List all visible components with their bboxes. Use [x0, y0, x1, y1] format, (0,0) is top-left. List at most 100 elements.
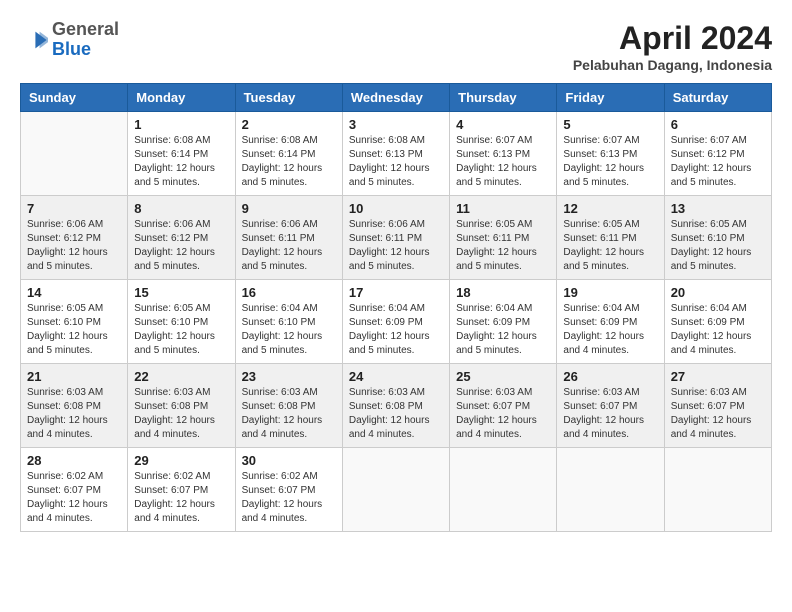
day-number: 19 [563, 285, 657, 300]
day-info: Sunrise: 6:03 AM Sunset: 6:07 PM Dayligh… [671, 386, 765, 442]
day-number: 24 [349, 369, 443, 384]
day-info: Sunrise: 6:03 AM Sunset: 6:08 PM Dayligh… [242, 386, 336, 442]
calendar-cell: 18 Sunrise: 6:04 AM Sunset: 6:09 PM Dayli… [450, 280, 557, 364]
calendar-cell: 17Sunrise: 6:04 AM Sunset: 6:09 PM Dayli… [342, 280, 449, 364]
day-number: 12 [563, 201, 657, 216]
day-info: Sunrise: 6:04 AM Sunset: 6:09 PM Dayligh… [671, 302, 765, 358]
weekday-header: Sunday [21, 84, 128, 112]
day-info: Sunrise: 6:03 AM Sunset: 6:08 PM Dayligh… [349, 386, 443, 442]
calendar-cell: 19 Sunrise: 6:04 AM Sunset: 6:09 PM Dayli… [557, 280, 664, 364]
calendar-cell: 11 Sunrise: 6:05 AM Sunset: 6:11 PM Dayli… [450, 196, 557, 280]
day-number: 3 [349, 117, 443, 132]
weekday-header: Thursday [450, 84, 557, 112]
logo-blue: Blue [52, 39, 91, 59]
day-info: Sunrise: 6:03 AM Sunset: 6:07 PM Dayligh… [456, 386, 550, 442]
day-info: Sunrise: 6:04 AM Sunset: 6:10 PM Dayligh… [242, 302, 336, 358]
day-number: 15 [134, 285, 228, 300]
calendar-cell: 16 Sunrise: 6:04 AM Sunset: 6:10 PM Dayli… [235, 280, 342, 364]
day-number: 21 [27, 369, 121, 384]
day-number: 28 [27, 453, 121, 468]
day-number: 18 [456, 285, 550, 300]
page-header: General Blue April 2024 Pelabuhan Dagang… [20, 20, 772, 73]
day-info: Sunrise: 6:02 AM Sunset: 6:07 PM Dayligh… [27, 470, 121, 526]
weekday-header: Saturday [664, 84, 771, 112]
day-info: Sunrise: 6:02 AM Sunset: 6:07 PM Dayligh… [242, 470, 336, 526]
calendar-cell: 22 Sunrise: 6:03 AM Sunset: 6:08 PM Dayli… [128, 364, 235, 448]
logo-icon [20, 26, 48, 54]
day-info: Sunrise: 6:03 AM Sunset: 6:08 PM Dayligh… [134, 386, 228, 442]
day-info: Sunrise: 6:07 AM Sunset: 6:13 PM Dayligh… [563, 134, 657, 190]
calendar-cell: 5 Sunrise: 6:07 AM Sunset: 6:13 PM Daylig… [557, 112, 664, 196]
day-number: 25 [456, 369, 550, 384]
day-info: Sunrise: 6:08 AM Sunset: 6:13 PM Dayligh… [349, 134, 443, 190]
day-number: 17 [349, 285, 443, 300]
calendar-cell: 10 Sunrise: 6:06 AM Sunset: 6:11 PM Dayli… [342, 196, 449, 280]
calendar-cell: 30Sunrise: 6:02 AM Sunset: 6:07 PM Dayli… [235, 448, 342, 532]
day-number: 1 [134, 117, 228, 132]
month-title: April 2024 [573, 20, 772, 57]
calendar-cell: 14Sunrise: 6:05 AM Sunset: 6:10 PM Dayli… [21, 280, 128, 364]
day-info: Sunrise: 6:08 AM Sunset: 6:14 PM Dayligh… [242, 134, 336, 190]
day-number: 10 [349, 201, 443, 216]
day-number: 7 [27, 201, 121, 216]
calendar-cell: 4Sunrise: 6:07 AM Sunset: 6:13 PM Daylig… [450, 112, 557, 196]
day-info: Sunrise: 6:07 AM Sunset: 6:12 PM Dayligh… [671, 134, 765, 190]
day-info: Sunrise: 6:04 AM Sunset: 6:09 PM Dayligh… [563, 302, 657, 358]
day-info: Sunrise: 6:05 AM Sunset: 6:11 PM Dayligh… [563, 218, 657, 274]
day-info: Sunrise: 6:03 AM Sunset: 6:07 PM Dayligh… [563, 386, 657, 442]
day-info: Sunrise: 6:05 AM Sunset: 6:10 PM Dayligh… [27, 302, 121, 358]
logo-text: General Blue [52, 20, 119, 60]
day-number: 20 [671, 285, 765, 300]
day-info: Sunrise: 6:06 AM Sunset: 6:12 PM Dayligh… [27, 218, 121, 274]
day-info: Sunrise: 6:08 AM Sunset: 6:14 PM Dayligh… [134, 134, 228, 190]
calendar-cell: 1 Sunrise: 6:08 AM Sunset: 6:14 PM Daylig… [128, 112, 235, 196]
weekday-header: Wednesday [342, 84, 449, 112]
day-number: 5 [563, 117, 657, 132]
calendar-cell: 9 Sunrise: 6:06 AM Sunset: 6:11 PM Daylig… [235, 196, 342, 280]
day-info: Sunrise: 6:05 AM Sunset: 6:10 PM Dayligh… [671, 218, 765, 274]
calendar-cell [342, 448, 449, 532]
day-info: Sunrise: 6:05 AM Sunset: 6:10 PM Dayligh… [134, 302, 228, 358]
day-number: 6 [671, 117, 765, 132]
weekday-header: Friday [557, 84, 664, 112]
day-number: 9 [242, 201, 336, 216]
day-number: 16 [242, 285, 336, 300]
day-info: Sunrise: 6:03 AM Sunset: 6:08 PM Dayligh… [27, 386, 121, 442]
calendar-cell [21, 112, 128, 196]
calendar-cell: 7 Sunrise: 6:06 AM Sunset: 6:12 PM Daylig… [21, 196, 128, 280]
calendar-cell: 27 Sunrise: 6:03 AM Sunset: 6:07 PM Dayli… [664, 364, 771, 448]
calendar-cell [450, 448, 557, 532]
calendar-cell: 13Sunrise: 6:05 AM Sunset: 6:10 PM Dayli… [664, 196, 771, 280]
calendar-cell: 12 Sunrise: 6:05 AM Sunset: 6:11 PM Dayli… [557, 196, 664, 280]
day-number: 4 [456, 117, 550, 132]
day-info: Sunrise: 6:05 AM Sunset: 6:11 PM Dayligh… [456, 218, 550, 274]
calendar-cell: 2 Sunrise: 6:08 AM Sunset: 6:14 PM Daylig… [235, 112, 342, 196]
calendar-cell: 3 Sunrise: 6:08 AM Sunset: 6:13 PM Daylig… [342, 112, 449, 196]
day-number: 2 [242, 117, 336, 132]
calendar-cell: 28 Sunrise: 6:02 AM Sunset: 6:07 PM Dayli… [21, 448, 128, 532]
calendar-cell [664, 448, 771, 532]
location-subtitle: Pelabuhan Dagang, Indonesia [573, 57, 772, 73]
day-number: 23 [242, 369, 336, 384]
calendar-cell: 15 Sunrise: 6:05 AM Sunset: 6:10 PM Dayli… [128, 280, 235, 364]
day-number: 27 [671, 369, 765, 384]
day-number: 11 [456, 201, 550, 216]
weekday-header: Tuesday [235, 84, 342, 112]
title-block: April 2024 Pelabuhan Dagang, Indonesia [573, 20, 772, 73]
day-number: 22 [134, 369, 228, 384]
day-info: Sunrise: 6:04 AM Sunset: 6:09 PM Dayligh… [456, 302, 550, 358]
calendar-cell: 26Sunrise: 6:03 AM Sunset: 6:07 PM Dayli… [557, 364, 664, 448]
calendar-cell [557, 448, 664, 532]
day-info: Sunrise: 6:06 AM Sunset: 6:11 PM Dayligh… [349, 218, 443, 274]
day-info: Sunrise: 6:06 AM Sunset: 6:12 PM Dayligh… [134, 218, 228, 274]
calendar-cell: 25 Sunrise: 6:03 AM Sunset: 6:07 PM Dayli… [450, 364, 557, 448]
calendar-cell: 6 Sunrise: 6:07 AM Sunset: 6:12 PM Daylig… [664, 112, 771, 196]
calendar-cell: 24 Sunrise: 6:03 AM Sunset: 6:08 PM Dayli… [342, 364, 449, 448]
day-info: Sunrise: 6:02 AM Sunset: 6:07 PM Dayligh… [134, 470, 228, 526]
calendar-cell: 20 Sunrise: 6:04 AM Sunset: 6:09 PM Dayli… [664, 280, 771, 364]
day-info: Sunrise: 6:06 AM Sunset: 6:11 PM Dayligh… [242, 218, 336, 274]
day-number: 29 [134, 453, 228, 468]
calendar-cell: 21 Sunrise: 6:03 AM Sunset: 6:08 PM Dayli… [21, 364, 128, 448]
day-number: 8 [134, 201, 228, 216]
weekday-header: Monday [128, 84, 235, 112]
